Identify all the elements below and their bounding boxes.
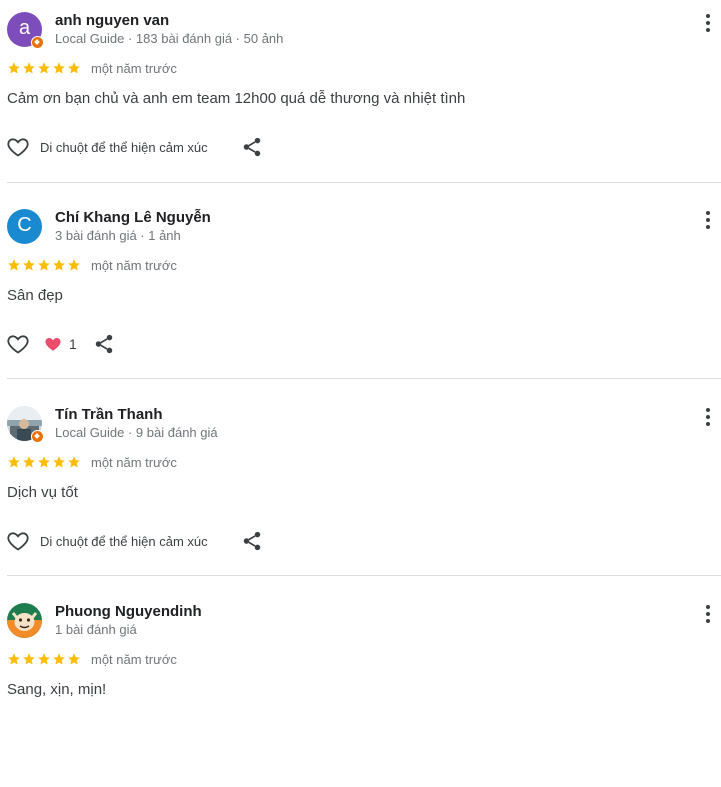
more-vert-icon[interactable] (704, 605, 712, 627)
review-date: một năm trước (91, 454, 177, 470)
reviewer-name[interactable]: Tín Trần Thanh (55, 406, 163, 423)
react-hint: Di chuột để thể hiện cảm xúc (40, 139, 208, 155)
heart-outline-icon[interactable] (6, 529, 30, 553)
star-icon (38, 259, 50, 271)
more-vert-icon[interactable] (704, 14, 712, 36)
avatar-photo (7, 603, 42, 638)
more-vert-icon[interactable] (704, 211, 712, 233)
share-icon[interactable] (241, 136, 263, 158)
review-text: Dịch vụ tốt (7, 484, 78, 501)
star-icon (8, 653, 20, 665)
star-rating (7, 455, 82, 469)
review-card: Phuong Nguyendinh 1 bài đánh giá một năm… (0, 591, 721, 787)
review-card: Tín Trần Thanh Local Guide · 9 bài đánh … (0, 394, 721, 590)
reviewer-meta: Local Guide · 183 bài đánh giá · 50 ảnh (55, 31, 284, 46)
star-icon (53, 62, 65, 74)
star-icon (38, 653, 50, 665)
reviewer-meta: Local Guide · 9 bài đánh giá (55, 425, 218, 440)
share-icon[interactable] (93, 333, 115, 355)
rating-row: một năm trước (7, 257, 177, 273)
rating-row: một năm trước (7, 60, 177, 76)
star-icon (53, 653, 65, 665)
share-icon[interactable] (241, 530, 263, 552)
review-text: Sang, xịn, mịn! (7, 681, 107, 698)
star-icon (68, 259, 80, 271)
review-date: một năm trước (91, 60, 177, 76)
heart-outline-icon[interactable] (6, 332, 30, 356)
avatar[interactable] (7, 406, 44, 443)
star-icon (53, 456, 65, 468)
star-icon (38, 62, 50, 74)
star-icon (68, 62, 80, 74)
review-card: a anh nguyen van Local Guide · 183 bài đ… (0, 0, 721, 196)
reviewer-meta: 3 bài đánh giá · 1 ảnh (55, 228, 181, 243)
review-actions: Di chuột để thể hiện cảm xúc (6, 528, 263, 554)
local-guide-badge-icon (31, 430, 44, 443)
reviewer-meta: 1 bài đánh giá (55, 622, 137, 637)
review-actions: Di chuột để thể hiện cảm xúc (6, 134, 263, 160)
star-icon (68, 653, 80, 665)
avatar[interactable]: a (7, 12, 44, 49)
review-text: Cảm ơn bạn chủ và anh em team 12h00 quá … (7, 90, 466, 107)
star-icon (53, 259, 65, 271)
reaction-count: 1 (69, 336, 77, 352)
react-hint: Di chuột để thể hiện cảm xúc (40, 533, 208, 549)
star-icon (23, 259, 35, 271)
avatar[interactable] (7, 603, 42, 638)
star-icon (8, 456, 20, 468)
star-icon (8, 62, 20, 74)
star-icon (23, 653, 35, 665)
star-icon (68, 456, 80, 468)
divider (7, 378, 721, 379)
star-icon (23, 456, 35, 468)
reviewer-name[interactable]: anh nguyen van (55, 12, 169, 29)
reviewer-name[interactable]: Phuong Nguyendinh (55, 603, 202, 620)
reaction-summary[interactable]: 1 (44, 335, 77, 353)
star-icon (8, 259, 20, 271)
review-text: Sân đẹp (7, 287, 63, 304)
reviewer-name[interactable]: Chí Khang Lê Nguyễn (55, 209, 211, 226)
heart-filled-icon (45, 338, 61, 351)
more-vert-icon[interactable] (704, 408, 712, 430)
review-date: một năm trước (91, 257, 177, 273)
rating-row: một năm trước (7, 651, 177, 667)
review-date: một năm trước (91, 651, 177, 667)
star-icon (38, 456, 50, 468)
avatar-letter: C (7, 209, 42, 244)
star-icon (23, 62, 35, 74)
divider (7, 182, 721, 183)
review-card: C Chí Khang Lê Nguyễn 3 bài đánh giá · 1… (0, 197, 721, 393)
local-guide-badge-icon (31, 36, 44, 49)
star-rating (7, 258, 82, 272)
review-actions: 1 (6, 331, 115, 357)
avatar[interactable]: C (7, 209, 42, 244)
rating-row: một năm trước (7, 454, 177, 470)
star-rating (7, 652, 82, 666)
star-rating (7, 61, 82, 75)
heart-outline-icon[interactable] (6, 135, 30, 159)
divider (7, 575, 721, 576)
